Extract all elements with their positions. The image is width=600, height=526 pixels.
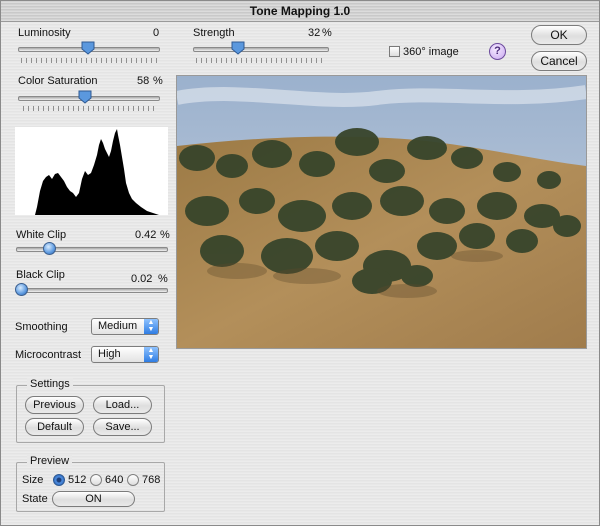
black-clip-unit: % <box>158 273 168 285</box>
settings-group-title: Settings <box>27 378 73 390</box>
cancel-button[interactable]: Cancel <box>531 51 587 71</box>
load-button[interactable]: Load... <box>93 396 152 414</box>
size-768-radio[interactable] <box>127 474 139 486</box>
strength-unit: % <box>322 27 332 39</box>
white-clip-slider[interactable] <box>16 247 168 252</box>
chevron-updown-icon: ▲ ▼ <box>144 319 158 334</box>
color-saturation-unit: % <box>153 75 163 87</box>
color-saturation-value: 58 <box>137 75 150 87</box>
white-clip-slider-thumb[interactable] <box>43 242 56 255</box>
size-512-label: 512 <box>68 474 87 486</box>
landscape-image <box>177 76 586 348</box>
strength-slider-thumb[interactable] <box>231 41 245 55</box>
chevron-updown-icon: ▲ ▼ <box>144 347 158 362</box>
image-360-label: 360° image <box>403 46 459 58</box>
luminosity-value: 0 <box>153 27 160 39</box>
color-saturation-label: Color Saturation <box>18 75 98 87</box>
ok-button[interactable]: OK <box>531 25 587 45</box>
color-saturation-ticks <box>23 106 157 111</box>
luminosity-slider-thumb[interactable] <box>81 41 95 55</box>
microcontrast-value: High <box>98 348 121 360</box>
white-clip-value: 0.42 <box>135 229 157 241</box>
size-768-label: 768 <box>142 474 161 486</box>
black-clip-value: 0.02 <box>131 273 153 285</box>
strength-value: 32 <box>308 27 321 39</box>
preview-group-title: Preview <box>27 455 73 467</box>
size-512-radio[interactable] <box>53 474 65 486</box>
image-360-checkbox[interactable] <box>389 46 400 57</box>
black-clip-slider-thumb[interactable] <box>15 283 28 296</box>
luminosity-ticks <box>21 58 157 63</box>
microcontrast-select[interactable]: High ▲ ▼ <box>91 346 159 363</box>
white-clip-label: White Clip <box>16 229 67 241</box>
help-icon[interactable]: ? <box>489 43 506 60</box>
size-640-label: 640 <box>105 474 124 486</box>
save-button[interactable]: Save... <box>93 418 152 436</box>
microcontrast-label: Microcontrast <box>15 349 82 361</box>
size-label: Size <box>22 474 44 486</box>
white-clip-unit: % <box>160 229 170 241</box>
previous-button[interactable]: Previous <box>25 396 84 414</box>
window-title: Tone Mapping 1.0 <box>249 4 351 18</box>
luminosity-label: Luminosity <box>18 27 71 39</box>
size-640-radio[interactable] <box>90 474 102 486</box>
state-toggle-button[interactable]: ON <box>52 491 135 507</box>
smoothing-select[interactable]: Medium ▲ ▼ <box>91 318 159 335</box>
strength-ticks <box>196 58 326 63</box>
state-label: State <box>22 493 48 505</box>
black-clip-label: Black Clip <box>16 269 65 281</box>
black-clip-slider[interactable] <box>16 288 168 293</box>
default-button[interactable]: Default <box>25 418 84 436</box>
histogram <box>15 127 168 215</box>
title-bar[interactable]: Tone Mapping 1.0 <box>1 1 599 22</box>
smoothing-label: Smoothing <box>15 321 68 333</box>
color-saturation-slider-thumb[interactable] <box>78 90 92 104</box>
tone-mapping-window: Tone Mapping 1.0 Luminosity 0 Strength 3… <box>0 0 600 526</box>
preview-image[interactable] <box>176 75 587 349</box>
strength-label: Strength <box>193 27 235 39</box>
smoothing-value: Medium <box>98 320 138 332</box>
histogram-graph <box>35 129 159 215</box>
strength-slider[interactable] <box>193 47 329 52</box>
